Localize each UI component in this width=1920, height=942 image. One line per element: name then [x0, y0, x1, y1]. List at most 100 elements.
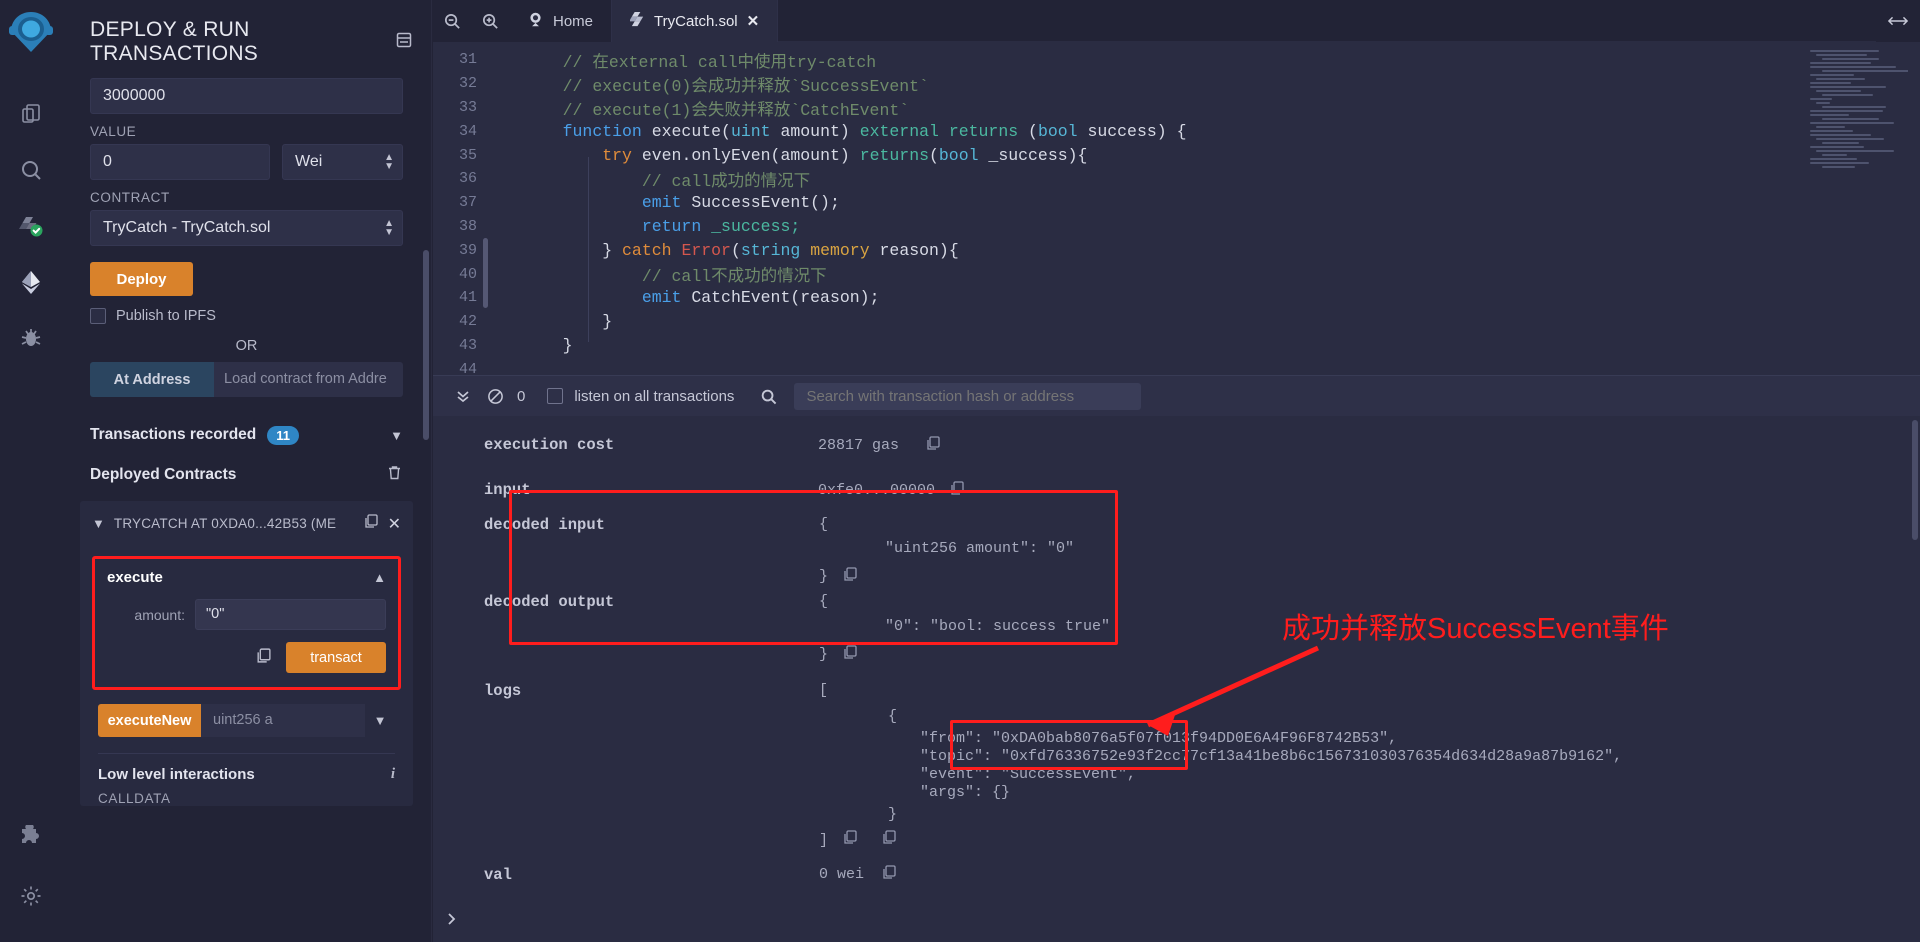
- at-address-input[interactable]: Load contract from Addre: [214, 362, 403, 397]
- code-text: function execute(uint amount) external r…: [499, 122, 1186, 141]
- chevron-down-icon[interactable]: ▼: [390, 428, 403, 443]
- line-number: 42: [433, 313, 499, 330]
- terminal-search-input[interactable]: [794, 383, 1141, 410]
- left-icon-bar: [0, 0, 62, 942]
- code-text: // call不成功的情况下: [499, 262, 827, 286]
- chevron-updown-icon: ▲▼: [384, 153, 394, 171]
- gas-limit-input[interactable]: 3000000: [90, 78, 403, 114]
- copy-decoded-input-icon[interactable]: [842, 566, 858, 587]
- minimap-line: [1810, 82, 1851, 84]
- logs-args: "args": {}: [920, 784, 1010, 801]
- left-panel-scrollbar[interactable]: [423, 250, 429, 440]
- at-address-button[interactable]: At Address: [90, 362, 214, 397]
- tab-trycatch-sol[interactable]: TryCatch.sol ✕: [612, 0, 778, 42]
- execute-actions: transact: [107, 642, 386, 673]
- contract-select[interactable]: TryCatch - TryCatch.sol: [90, 210, 403, 246]
- minimap-line: [1822, 142, 1859, 144]
- close-icon[interactable]: ✕: [747, 12, 760, 30]
- copy-logs-raw-icon[interactable]: [881, 829, 897, 850]
- minimap-line: [1822, 166, 1855, 168]
- terminal-scrollbar[interactable]: [1912, 420, 1918, 540]
- gas-limit-row: 3000000: [62, 78, 431, 114]
- deploy-button[interactable]: Deploy: [90, 262, 193, 296]
- minimap-line: [1810, 74, 1854, 76]
- deploy-run-icon[interactable]: [5, 254, 57, 310]
- zoom-out-icon[interactable]: [433, 0, 471, 42]
- copy-address-icon[interactable]: [363, 513, 379, 534]
- code-text: return _success;: [499, 217, 800, 236]
- search-icon[interactable]: [760, 388, 777, 405]
- transact-button[interactable]: transact: [286, 642, 386, 673]
- chevron-down-icon[interactable]: ▼: [92, 516, 105, 531]
- line-number: 44: [433, 361, 499, 375]
- decoded-output-body: "0": "bool: success true": [885, 618, 1110, 635]
- publish-ipfs-row[interactable]: Publish to IPFS: [62, 296, 431, 324]
- val-value: 0 wei: [819, 866, 864, 883]
- logs-event: "event": "SuccessEvent",: [920, 766, 1136, 783]
- input-key: input: [484, 481, 531, 499]
- executeNew-arg-input[interactable]: uint256 a: [201, 704, 365, 737]
- close-contract-icon[interactable]: ✕: [388, 514, 401, 534]
- chevrons-down-icon[interactable]: [447, 388, 479, 404]
- remix-logo[interactable]: [5, 8, 57, 60]
- file-explorer-icon[interactable]: [5, 86, 57, 142]
- transactions-recorded-row[interactable]: Transactions recorded 11 ▼: [62, 415, 431, 455]
- transactions-recorded-count: 11: [267, 426, 299, 445]
- zoom-in-icon[interactable]: [471, 0, 509, 42]
- minimap-line: [1822, 154, 1847, 156]
- code-editor[interactable]: 31 // 在external call中使用try-catch32 // ex…: [433, 42, 1920, 375]
- line-number: 32: [433, 75, 499, 92]
- minimap-line: [1816, 54, 1867, 56]
- line-number: 38: [433, 218, 499, 235]
- plugin-manager-icon[interactable]: [5, 806, 57, 862]
- minimap-line: [1822, 106, 1887, 108]
- chevron-down-icon[interactable]: ▼: [365, 704, 395, 737]
- settings-icon[interactable]: [5, 868, 57, 924]
- solidity-icon: [630, 11, 645, 32]
- code-line: 36 // call成功的情况下: [433, 167, 1920, 191]
- executeNew-button[interactable]: executeNew: [98, 704, 201, 737]
- solidity-compiler-icon[interactable]: [5, 198, 57, 254]
- clear-console-icon[interactable]: [479, 388, 511, 405]
- code-text: emit CatchEvent(reason);: [499, 288, 879, 307]
- code-line: 41 emit CatchEvent(reason);: [433, 286, 1920, 310]
- copy-val-icon[interactable]: [881, 864, 897, 885]
- copy-logs-icon[interactable]: [842, 829, 858, 850]
- trash-icon[interactable]: [386, 464, 403, 486]
- panel-menu-icon[interactable]: [395, 31, 413, 54]
- listen-all-transactions-label: listen on all transactions: [574, 388, 734, 405]
- chevron-up-icon[interactable]: ▲: [373, 570, 386, 585]
- editor-minimap[interactable]: [1810, 50, 1908, 180]
- logs-key: logs: [484, 682, 521, 700]
- code-line: 44: [433, 357, 1920, 375]
- publish-ipfs-checkbox[interactable]: [90, 308, 106, 324]
- execute-function-header[interactable]: execute ▲: [107, 569, 386, 586]
- execute-amount-label: amount:: [107, 607, 185, 623]
- line-number: 31: [433, 51, 499, 68]
- minimap-line: [1810, 50, 1879, 52]
- code-line: 42 }: [433, 310, 1920, 334]
- execute-amount-input[interactable]: "0": [195, 599, 386, 630]
- search-icon[interactable]: [5, 142, 57, 198]
- copy-execution-cost-icon[interactable]: [925, 435, 941, 456]
- value-input[interactable]: 0: [90, 144, 270, 180]
- logs-close: ]: [819, 832, 828, 849]
- terminal-output[interactable]: execution cost 28817 gas input 0xfe0...0…: [433, 416, 1920, 942]
- listen-all-transactions-checkbox[interactable]: [547, 388, 563, 404]
- copy-decoded-output-icon[interactable]: [842, 644, 858, 665]
- code-line: 35 try even.onlyEven(amount) returns(boo…: [433, 143, 1920, 167]
- copy-calldata-icon[interactable]: [255, 647, 272, 669]
- tab-home[interactable]: Home: [509, 0, 612, 42]
- terminal-prompt-icon[interactable]: [445, 912, 459, 930]
- expand-icon[interactable]: [1876, 0, 1920, 42]
- code-text: // execute(1)会失败并释放`CatchEvent`: [499, 96, 909, 120]
- editor-scrollbar[interactable]: [483, 238, 488, 308]
- deployed-contract-header[interactable]: ▼ TRYCATCH AT 0XDA0...42B53 (ME ✕: [80, 501, 413, 546]
- copy-input-icon[interactable]: [949, 480, 965, 501]
- logs-open: [: [819, 682, 828, 699]
- debugger-icon[interactable]: [5, 310, 57, 366]
- terminal-toolbar: 0 listen on all transactions: [433, 375, 1920, 416]
- indent-guide: [588, 157, 589, 342]
- tab-bar-empty-space: [778, 0, 1876, 42]
- info-icon[interactable]: i: [391, 766, 395, 783]
